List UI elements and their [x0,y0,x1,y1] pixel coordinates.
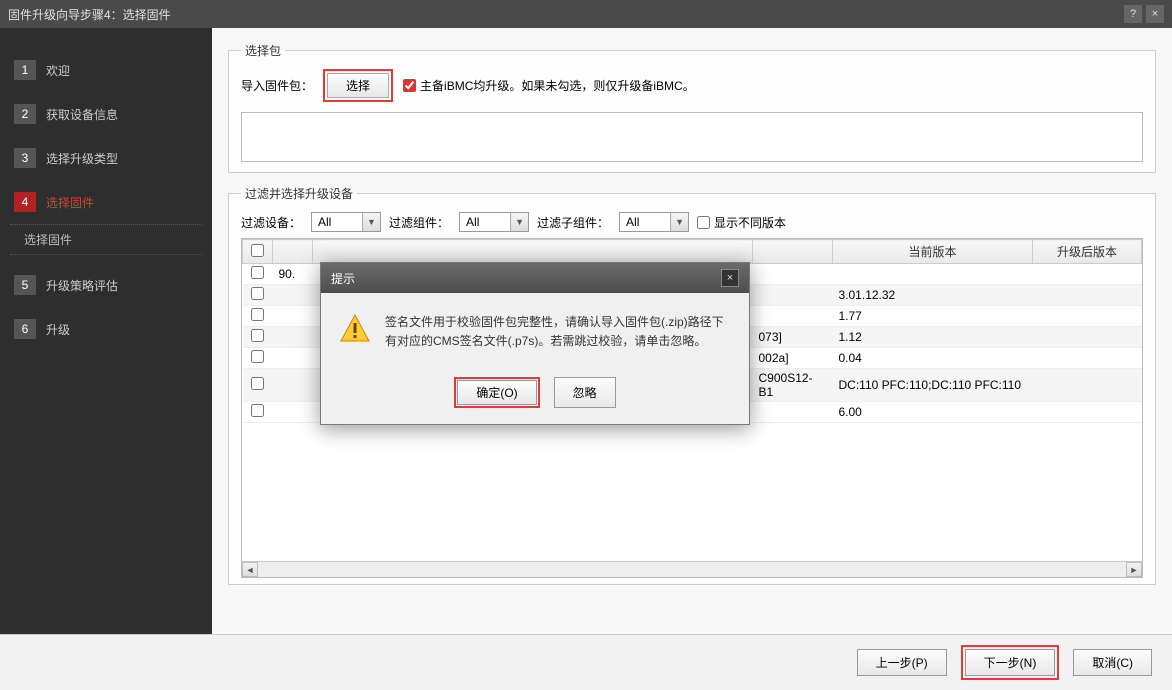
row-checkbox[interactable] [251,266,264,279]
substep-select-firmware: 选择固件 [10,224,202,255]
ibmc-checkbox-row[interactable]: 主备iBMC均升级。如果未勾选，则仅升级备iBMC。 [403,77,695,94]
show-diff-version-row[interactable]: 显示不同版本 [697,214,786,231]
horizontal-scrollbar[interactable]: ◄ ► [242,561,1142,577]
dialog-ignore-button[interactable]: 忽略 [554,377,616,408]
prompt-dialog: 提示 × 签名文件用于校验固件包完整性，请确认导入固件包(.zip)路径下有对应… [320,262,750,425]
filter-device-label: 过滤设备： [241,214,301,231]
step-get-device-info[interactable]: 2 获取设备信息 [0,92,212,136]
wizard-footer: 上一步(P) 下一步(N) 取消(C) [0,634,1172,690]
scroll-right-icon[interactable]: ► [1126,562,1142,577]
warning-icon [339,313,371,345]
ibmc-upgrade-checkbox[interactable] [403,79,416,92]
filter-subcomponent-combo[interactable]: All ▼ [619,212,689,232]
header-blank1 [273,240,313,264]
header-blank3 [753,240,833,264]
import-package-label: 导入固件包： [241,77,313,94]
row-checkbox[interactable] [251,377,264,390]
dialog-ok-button[interactable]: 确定(O) [457,380,536,405]
row-checkbox[interactable] [251,308,264,321]
window-title: 固件升级向导步骤4：选择固件 [8,6,171,23]
dialog-close-button[interactable]: × [721,269,739,287]
filter-component-label: 过滤组件： [389,214,449,231]
scroll-left-icon[interactable]: ◄ [242,562,258,577]
show-diff-version-label: 显示不同版本 [714,214,786,231]
close-button[interactable]: × [1146,5,1164,23]
filter-component-combo[interactable]: All ▼ [459,212,529,232]
select-file-button[interactable]: 选择 [327,73,389,98]
prev-button[interactable]: 上一步(P) [857,649,947,676]
filter-devices-legend: 过滤并选择升级设备 [241,185,357,202]
filter-device-combo[interactable]: All ▼ [311,212,381,232]
cancel-button[interactable]: 取消(C) [1073,649,1152,676]
row-checkbox[interactable] [251,287,264,300]
chevron-down-icon: ▼ [670,213,688,231]
select-package-fieldset: 选择包 导入固件包： 选择 主备iBMC均升级。如果未勾选，则仅升级备iBMC。 [228,42,1156,173]
select-package-legend: 选择包 [241,42,285,59]
header-checkbox[interactable] [243,240,273,264]
step-upgrade-policy-eval[interactable]: 5 升级策略评估 [0,263,212,307]
help-button[interactable]: ? [1124,5,1142,23]
header-blank2 [313,240,753,264]
step-upgrade[interactable]: 6 升级 [0,307,212,351]
step-select-firmware[interactable]: 4 选择固件 [0,180,212,224]
header-current-version: 当前版本 [833,240,1033,264]
row-checkbox[interactable] [251,329,264,342]
package-path-box[interactable] [241,112,1143,162]
row-checkbox[interactable] [251,350,264,363]
next-button[interactable]: 下一步(N) [965,649,1056,676]
show-diff-version-checkbox[interactable] [697,216,710,229]
dialog-message: 签名文件用于校验固件包完整性，请确认导入固件包(.zip)路径下有对应的CMS签… [385,313,731,351]
row-checkbox[interactable] [251,404,264,417]
step-select-upgrade-type[interactable]: 3 选择升级类型 [0,136,212,180]
ibmc-checkbox-label: 主备iBMC均升级。如果未勾选，则仅升级备iBMC。 [420,77,695,94]
filter-subcomponent-label: 过滤子组件： [537,214,609,231]
dialog-title-text: 提示 [331,270,355,287]
step-welcome[interactable]: 1 欢迎 [0,48,212,92]
dialog-titlebar: 提示 × [321,263,749,293]
chevron-down-icon: ▼ [362,213,380,231]
chevron-down-icon: ▼ [510,213,528,231]
header-upgraded-version: 升级后版本 [1033,240,1142,264]
titlebar: 固件升级向导步骤4：选择固件 ? × [0,0,1172,28]
wizard-sidebar: 1 欢迎 2 获取设备信息 3 选择升级类型 4 选择固件 选择固件 5 升级策… [0,28,212,634]
